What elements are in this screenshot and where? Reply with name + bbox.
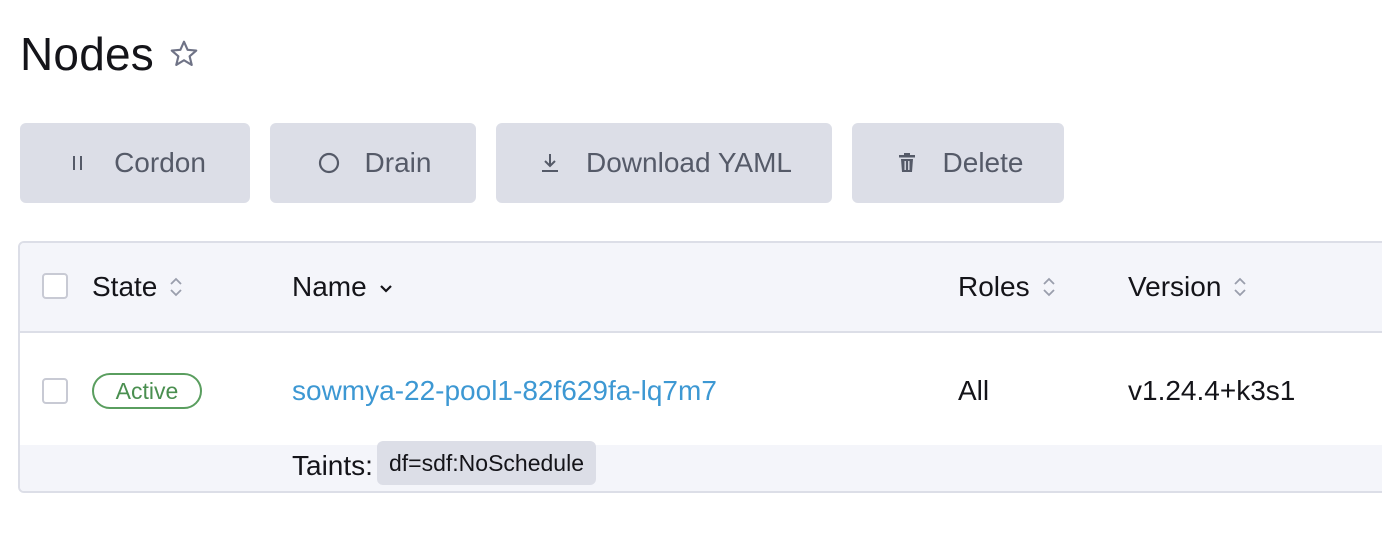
nodes-page: Nodes Cordon Drain Download YAML Delete … — [0, 0, 1382, 550]
sort-icon — [167, 273, 185, 301]
row-select-checkbox[interactable] — [42, 378, 68, 404]
table-header: State Name Roles Version — [20, 243, 1382, 333]
column-name-label: Name — [292, 271, 367, 302]
page-title: Nodes — [20, 28, 154, 80]
column-header-version[interactable]: Version — [1128, 243, 1249, 331]
cordon-label: Cordon — [114, 147, 206, 178]
sort-descending-icon — [377, 273, 395, 301]
pause-icon — [64, 149, 92, 177]
column-header-state[interactable]: State — [92, 243, 185, 331]
circle-icon — [315, 149, 343, 177]
column-state-label: State — [92, 271, 158, 302]
cordon-button[interactable]: Cordon — [20, 123, 250, 203]
title-row: Nodes — [20, 22, 200, 86]
drain-button[interactable]: Drain — [270, 123, 476, 203]
column-header-roles[interactable]: Roles — [958, 243, 1058, 331]
trash-icon — [893, 149, 921, 177]
taint-chip: df=sdf:NoSchedule — [377, 441, 596, 485]
delete-label: Delete — [942, 147, 1024, 178]
column-version-label: Version — [1128, 271, 1222, 302]
column-header-name[interactable]: Name — [292, 243, 395, 331]
download-icon — [536, 149, 564, 177]
star-icon[interactable] — [168, 38, 200, 70]
sort-icon — [1231, 273, 1249, 301]
status-badge: Active — [92, 373, 202, 409]
taints-row: Taints: df=sdf:NoSchedule — [20, 441, 1382, 491]
table-row: Active sowmya-22-pool1-82f629fa-lq7m7 Al… — [20, 333, 1382, 445]
drain-label: Drain — [364, 147, 432, 178]
node-name-link[interactable]: sowmya-22-pool1-82f629fa-lq7m7 — [292, 373, 717, 409]
delete-button[interactable]: Delete — [852, 123, 1064, 203]
select-all-checkbox[interactable] — [42, 273, 68, 299]
nodes-table: State Name Roles Version Active sowmya-2… — [18, 241, 1382, 493]
taints-label: Taints: — [292, 450, 373, 481]
download-yaml-label: Download YAML — [586, 147, 792, 178]
sort-icon — [1040, 273, 1058, 301]
node-roles: All — [958, 375, 990, 406]
column-roles-label: Roles — [958, 271, 1030, 302]
download-yaml-button[interactable]: Download YAML — [496, 123, 832, 203]
node-version: v1.24.4+k3s1 — [1128, 375, 1296, 406]
